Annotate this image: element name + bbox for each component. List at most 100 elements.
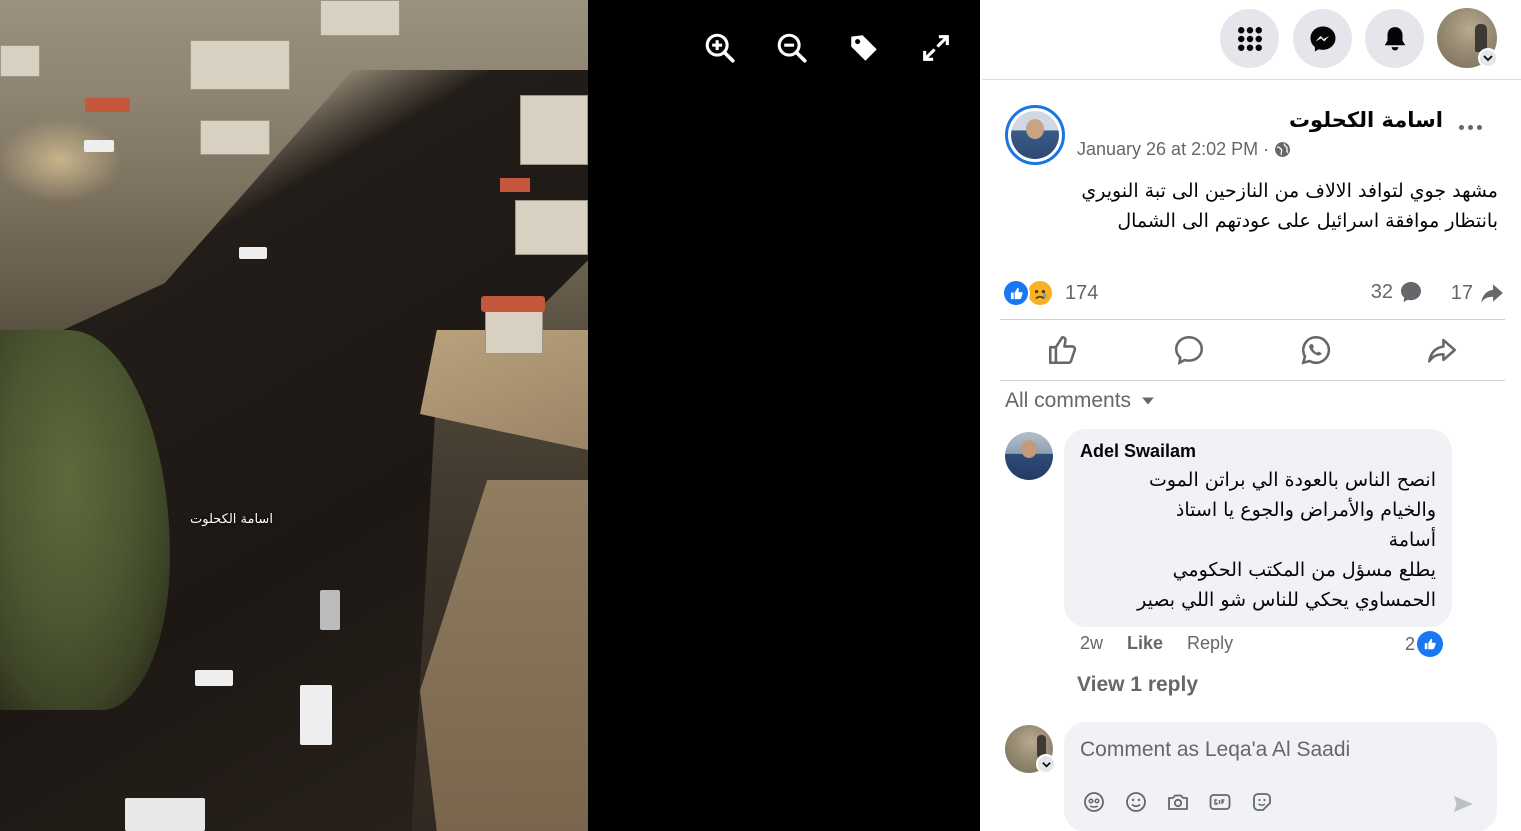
comment-text-line: انصح الناس بالعودة الي براتن الموت xyxy=(1148,469,1436,491)
like-reaction-icon xyxy=(1417,631,1444,657)
composer-tools xyxy=(1082,790,1274,814)
more-dots-icon xyxy=(1458,124,1464,130)
camera-icon xyxy=(1168,794,1188,810)
sticker-icon xyxy=(1253,793,1271,811)
reaction-icons[interactable] xyxy=(1002,279,1058,307)
view-replies-link[interactable]: View 1 reply xyxy=(1077,673,1198,697)
building xyxy=(0,45,40,77)
more-options-button[interactable] xyxy=(1455,117,1485,137)
post-action-bar xyxy=(1000,319,1505,381)
share-count-value: 17 xyxy=(1450,281,1473,304)
reactions-summary: 174 32 17 xyxy=(1000,277,1505,307)
like-reaction-icon xyxy=(1002,279,1030,307)
zoom-in-icon xyxy=(705,33,735,63)
vehicle xyxy=(125,798,205,831)
comment-text: انصح الناس بالعودة الي براتن الموت والخي… xyxy=(1076,465,1436,615)
avatar-sticker-icon xyxy=(1084,792,1104,812)
comment-count[interactable]: 32 xyxy=(1371,280,1423,304)
comment-like-button[interactable]: Like xyxy=(1127,633,1163,654)
zoom-out-icon xyxy=(777,33,807,63)
author-name[interactable]: اسامة الكحلوت xyxy=(1289,108,1443,132)
messenger-button[interactable] xyxy=(1293,9,1352,68)
reaction-count[interactable]: 174 xyxy=(1065,282,1098,305)
comment-composer xyxy=(1064,722,1497,831)
building xyxy=(485,310,543,354)
author-avatar[interactable] xyxy=(1005,105,1065,165)
emoji-button[interactable] xyxy=(1124,790,1148,814)
globe-icon[interactable] xyxy=(1274,141,1291,158)
post-photo[interactable]: اسامة الكحلوت xyxy=(0,0,588,831)
comment-bubble-icon xyxy=(1401,282,1421,302)
gif-button[interactable] xyxy=(1208,790,1232,814)
comment-bubble: Adel Swailam انصح الناس بالعودة الي برات… xyxy=(1064,429,1452,627)
messenger-icon xyxy=(1310,26,1335,51)
zoom-in-button[interactable] xyxy=(700,28,740,68)
photo-viewer: اسامة الكحلوت xyxy=(0,0,980,831)
building xyxy=(515,200,588,255)
like-button[interactable] xyxy=(1000,320,1126,380)
comment-age[interactable]: 2w xyxy=(1080,633,1103,654)
vehicle xyxy=(195,670,233,686)
whatsapp-icon xyxy=(1301,335,1330,365)
zoom-out-button[interactable] xyxy=(772,28,812,68)
notifications-button[interactable] xyxy=(1365,9,1424,68)
menu-grid-icon xyxy=(1237,26,1262,51)
share-icon xyxy=(1427,338,1456,363)
post-panel: اسامة الكحلوت January 26 at 2:02 PM · مش… xyxy=(982,81,1521,831)
emoji-icon xyxy=(1126,792,1146,812)
comment-text-line: الحمساوي يحكي للناس شو اللي بصير xyxy=(1137,589,1436,611)
meta-separator: · xyxy=(1263,139,1270,159)
building xyxy=(190,40,290,90)
fullscreen-icon xyxy=(923,35,949,61)
comment-reply-button[interactable]: Reply xyxy=(1187,633,1233,654)
bell-icon xyxy=(1384,26,1405,50)
comment-text-line: أسامة xyxy=(1388,529,1436,551)
photo-button[interactable] xyxy=(1166,790,1190,814)
comments-filter-label: All comments xyxy=(1005,389,1132,412)
post-meta: January 26 at 2:02 PM · xyxy=(1077,139,1291,160)
roof xyxy=(481,296,545,312)
post-text-line: بانتظار موافقة اسرائيل على عودتهم الى ال… xyxy=(1117,210,1498,232)
vehicle xyxy=(320,590,340,630)
commenter-avatar[interactable] xyxy=(1005,432,1053,480)
comment-button[interactable] xyxy=(1126,320,1252,380)
building xyxy=(520,95,588,165)
comment-actions: 2w Like Reply xyxy=(1080,633,1233,654)
comment-like-count: 2 xyxy=(1405,633,1416,654)
post-timestamp[interactable]: January 26 at 2:02 PM xyxy=(1077,139,1258,160)
like-thumb-icon xyxy=(1049,335,1077,365)
vehicle xyxy=(84,140,114,152)
avatar-sticker-button[interactable] xyxy=(1082,790,1106,814)
sticker-button[interactable] xyxy=(1250,790,1274,814)
tag-icon xyxy=(851,35,877,61)
menu-button[interactable] xyxy=(1220,9,1279,68)
send-icon xyxy=(1454,796,1473,812)
ambulance xyxy=(300,685,332,745)
tag-photo-button[interactable] xyxy=(844,28,884,68)
caret-down-icon xyxy=(1142,397,1154,405)
share-button[interactable] xyxy=(1379,320,1505,380)
comment-reaction-count[interactable]: 2 xyxy=(1405,631,1444,657)
top-bar xyxy=(982,0,1521,80)
roof xyxy=(500,178,530,192)
fullscreen-button[interactable] xyxy=(916,28,956,68)
whatsapp-share-button[interactable] xyxy=(1253,320,1379,380)
gif-icon xyxy=(1209,794,1231,810)
commenter-name[interactable]: Adel Swailam xyxy=(1080,441,1196,462)
comment-text-line: والخيام والأمراض والجوع يا استاذ xyxy=(1175,499,1436,521)
building xyxy=(320,0,400,36)
comments-filter-dropdown[interactable]: All comments xyxy=(1005,389,1155,413)
photo-watermark: اسامة الكحلوت xyxy=(190,512,273,527)
send-comment-button[interactable] xyxy=(1451,792,1475,816)
building xyxy=(200,120,270,155)
post-text: مشهد جوي لتوافد الالاف من النازحين الى ت… xyxy=(998,176,1498,236)
share-count[interactable]: 17 xyxy=(1451,280,1505,306)
comment-text-line: يطلع مسؤل من المكتب الحكومي xyxy=(1172,559,1436,581)
comment-input[interactable] xyxy=(1080,738,1480,762)
post-text-line: مشهد جوي لتوافد الالاف من النازحين الى ت… xyxy=(1081,180,1498,202)
account-menu-chevron-icon[interactable] xyxy=(1478,48,1498,68)
share-arrow-icon xyxy=(1481,284,1503,303)
composer-identity-chevron-icon[interactable] xyxy=(1036,754,1056,774)
vehicle xyxy=(239,247,267,259)
sad-reaction-icon xyxy=(1026,279,1054,307)
